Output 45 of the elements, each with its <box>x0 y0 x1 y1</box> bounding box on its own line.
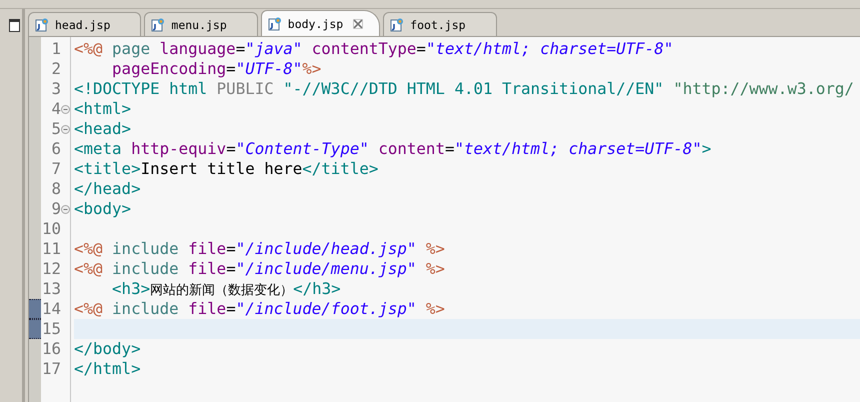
fold-icon[interactable] <box>61 204 70 214</box>
code-line: </body> <box>74 339 141 358</box>
line-number: 8 <box>50 179 61 199</box>
close-icon[interactable] <box>353 18 364 28</box>
line-number: 14 <box>41 299 61 319</box>
code-line: <!DOCTYPE html PUBLIC "-//W3C//DTD HTML 4.01 Transitional//EN" "http://www.w3.org/ <box>74 79 854 98</box>
line-number: 17 <box>41 359 61 379</box>
code-line: <head> <box>74 119 132 138</box>
code-line: <title>Insert title here</title> <box>74 159 378 178</box>
line-number: 13 <box>41 279 61 299</box>
line-number: 2 <box>50 59 61 79</box>
editor-tab[interactable]: head.jsp <box>28 12 142 36</box>
line-number: 16 <box>41 339 61 359</box>
line-number: 10 <box>41 219 61 239</box>
line-number: 9 <box>50 199 61 219</box>
editor-tab[interactable]: foot.jsp <box>383 12 497 36</box>
line-number: 15 <box>41 319 61 339</box>
code-line: <html> <box>74 99 132 118</box>
code-line: </head> <box>74 179 141 198</box>
code-line: <%@ include file="/include/head.jsp" %> <box>74 239 445 258</box>
line-number: 7 <box>50 159 61 179</box>
line-number: 12 <box>41 259 61 279</box>
line-number: 4 <box>50 99 61 119</box>
line-number: 5 <box>50 119 61 139</box>
java-file-icon <box>390 18 404 32</box>
line-number: 3 <box>50 79 61 99</box>
code-line: <h3>网站的新闻（数据变化）</h3> <box>111 279 341 298</box>
fold-icon[interactable] <box>61 104 70 114</box>
fold-icon[interactable] <box>61 124 70 134</box>
code-line: <body> <box>74 199 132 218</box>
line-number: 1 <box>50 39 61 59</box>
code-line: pageEncoding="UTF-8"%> <box>111 59 322 78</box>
line-number: 11 <box>41 239 61 259</box>
code-line: </html> <box>74 359 141 378</box>
editor-tab[interactable]: body.jsp <box>260 10 380 36</box>
code-line: <%@ include file="/include/menu.jsp" %> <box>74 259 445 278</box>
code-line: <%@ page language="java" contentType="text/html; charset=UTF-8" <box>74 39 674 58</box>
code-line: <%@ include file="/include/foot.jsp" %> <box>74 299 445 318</box>
editor-tab[interactable]: menu.jsp <box>144 12 258 36</box>
code-line: <meta http-equiv="Content-Type" content="text/html; charset=UTF-8"> <box>74 139 712 158</box>
java-file-icon <box>268 16 282 30</box>
java-file-icon <box>151 18 166 32</box>
java-file-icon <box>35 18 49 32</box>
maximize-icon[interactable] <box>9 19 20 32</box>
line-number: 6 <box>50 139 61 159</box>
